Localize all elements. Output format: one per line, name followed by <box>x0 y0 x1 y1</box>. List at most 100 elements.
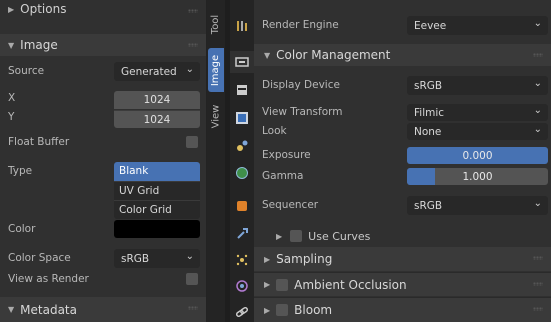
metadata-panel-header[interactable]: ▼ Metadata <box>0 297 206 322</box>
render-engine-dropdown[interactable]: Eevee ⌄ <box>407 16 548 35</box>
color-swatch[interactable] <box>114 220 200 238</box>
bloom-label: Bloom <box>294 303 333 317</box>
render-properties-panel: Render Engine Eevee ⌄ ▼ Color Management… <box>254 0 551 322</box>
chevron-down-icon: ⌄ <box>533 198 542 209</box>
display-device-value: sRGB <box>414 79 443 92</box>
gamma-slider[interactable]: 1.000 <box>407 168 548 185</box>
ambient-occlusion-panel-header[interactable]: ▶ Ambient Occlusion <box>254 272 551 296</box>
view-as-render-label: View as Render <box>8 273 89 285</box>
expand-triangle-icon: ▼ <box>8 305 15 314</box>
view-as-render-row: View as Render <box>0 268 206 290</box>
exposure-value: 0.000 <box>462 149 493 162</box>
look-label: Look <box>262 125 287 137</box>
output-icon[interactable] <box>234 82 250 98</box>
tab-image-label: Image <box>210 54 222 86</box>
image-panel-header[interactable]: ▼ Image <box>0 34 206 56</box>
type-label: Type <box>8 165 33 177</box>
float-buffer-checkbox[interactable] <box>186 136 198 148</box>
physics-icon[interactable] <box>234 278 250 294</box>
collapse-triangle-icon: ▶ <box>276 231 283 241</box>
gamma-value: 1.000 <box>462 170 493 183</box>
type-option-blank[interactable]: Blank <box>114 162 200 181</box>
chevron-down-icon: ⌄ <box>185 64 194 75</box>
collapse-triangle-icon: ▶ <box>264 305 271 315</box>
collapse-triangle-icon: ▶ <box>264 254 271 264</box>
tab-tool[interactable]: Tool <box>208 4 224 44</box>
image-properties-panel: ▶ Options ▼ Image Source Generated ⌄ X 1… <box>0 0 207 322</box>
drag-grip-icon[interactable] <box>533 256 543 260</box>
tab-view[interactable]: View <box>208 96 224 136</box>
metadata-label: Metadata <box>20 302 77 317</box>
color-management-label: Color Management <box>276 48 391 62</box>
view-transform-dropdown[interactable]: Filmic ⌄ <box>407 104 548 121</box>
view-layer-icon[interactable] <box>234 110 250 126</box>
view-transform-value: Filmic <box>414 106 445 119</box>
particles-icon[interactable] <box>234 252 250 268</box>
tab-tool-label: Tool <box>210 14 222 34</box>
bloom-checkbox[interactable] <box>276 304 289 316</box>
sampling-label: Sampling <box>276 252 333 266</box>
chevron-down-icon: ⌄ <box>533 78 542 89</box>
ambient-occlusion-checkbox[interactable] <box>276 278 289 291</box>
scene-icon[interactable] <box>234 138 250 154</box>
y-value: 1024 <box>143 113 171 126</box>
use-curves-checkbox[interactable] <box>290 230 303 242</box>
sequencer-dropdown[interactable]: sRGB ⌄ <box>407 196 548 215</box>
drag-grip-icon[interactable] <box>533 282 543 286</box>
drag-grip-icon[interactable] <box>188 43 198 47</box>
modifier-icon[interactable] <box>234 226 250 242</box>
source-dropdown[interactable]: Generated ⌄ <box>114 62 200 81</box>
color-label: Color <box>8 223 36 235</box>
chevron-down-icon: ⌄ <box>533 18 542 29</box>
type-option-uv-grid[interactable]: UV Grid <box>114 181 200 200</box>
color-management-header[interactable]: ▼ Color Management <box>254 44 551 66</box>
look-dropdown[interactable]: None ⌄ <box>407 123 548 140</box>
gamma-label: Gamma <box>262 170 304 182</box>
tab-image[interactable]: Image <box>208 48 224 92</box>
drag-grip-icon[interactable] <box>188 9 198 13</box>
render-engine-value: Eevee <box>414 19 447 32</box>
x-value: 1024 <box>143 94 171 106</box>
y-field[interactable]: 1024 <box>114 110 200 128</box>
color-space-dropdown[interactable]: sRGB ⌄ <box>114 249 200 268</box>
type-option-color-grid[interactable]: Color Grid <box>114 200 200 219</box>
source-label: Source <box>8 65 45 77</box>
expand-triangle-icon: ▼ <box>8 40 15 50</box>
tool-icon[interactable] <box>234 18 250 34</box>
collapse-triangle-icon: ▶ <box>8 4 15 14</box>
render-icon[interactable] <box>230 51 254 73</box>
color-space-label: Color Space <box>8 252 71 264</box>
collapse-triangle-icon: ▶ <box>264 280 271 289</box>
sequencer-value: sRGB <box>414 199 443 212</box>
use-curves-label: Use Curves <box>308 229 371 243</box>
sampling-panel-header[interactable]: ▶ Sampling <box>254 247 551 271</box>
type-dropdown-menu: Blank UV Grid Color Grid <box>114 162 200 219</box>
ambient-occlusion-label: Ambient Occlusion <box>294 277 407 292</box>
chevron-down-icon: ⌄ <box>533 124 542 135</box>
object-icon[interactable] <box>234 198 250 214</box>
exposure-slider[interactable]: 0.000 <box>407 147 548 164</box>
render-engine-label: Render Engine <box>262 19 339 31</box>
properties-tab-bar <box>230 0 254 322</box>
look-value: None <box>414 125 442 138</box>
x-field[interactable]: 1024 <box>114 91 200 109</box>
options-panel-header[interactable]: ▶ Options <box>0 0 206 18</box>
sidebar-tabs: Tool Image View <box>207 0 225 322</box>
use-curves-subpanel-header[interactable]: ▶ Use Curves <box>254 225 551 247</box>
exposure-label: Exposure <box>262 149 311 161</box>
drag-grip-icon[interactable] <box>533 53 543 57</box>
drag-grip-icon[interactable] <box>188 306 198 310</box>
display-device-dropdown[interactable]: sRGB ⌄ <box>407 76 548 95</box>
expand-triangle-icon: ▼ <box>264 50 271 60</box>
image-panel-label: Image <box>20 38 58 52</box>
source-value: Generated <box>121 65 177 78</box>
bloom-panel-header[interactable]: ▶ Bloom <box>254 297 551 322</box>
constraints-icon[interactable] <box>234 304 250 320</box>
chevron-down-icon: ⌄ <box>185 251 194 262</box>
drag-grip-icon[interactable] <box>533 307 543 311</box>
tab-view-label: View <box>210 104 222 128</box>
x-label: X <box>8 92 16 104</box>
float-buffer-label: Float Buffer <box>8 136 70 148</box>
world-icon[interactable] <box>234 165 250 181</box>
view-as-render-checkbox[interactable] <box>186 273 198 285</box>
